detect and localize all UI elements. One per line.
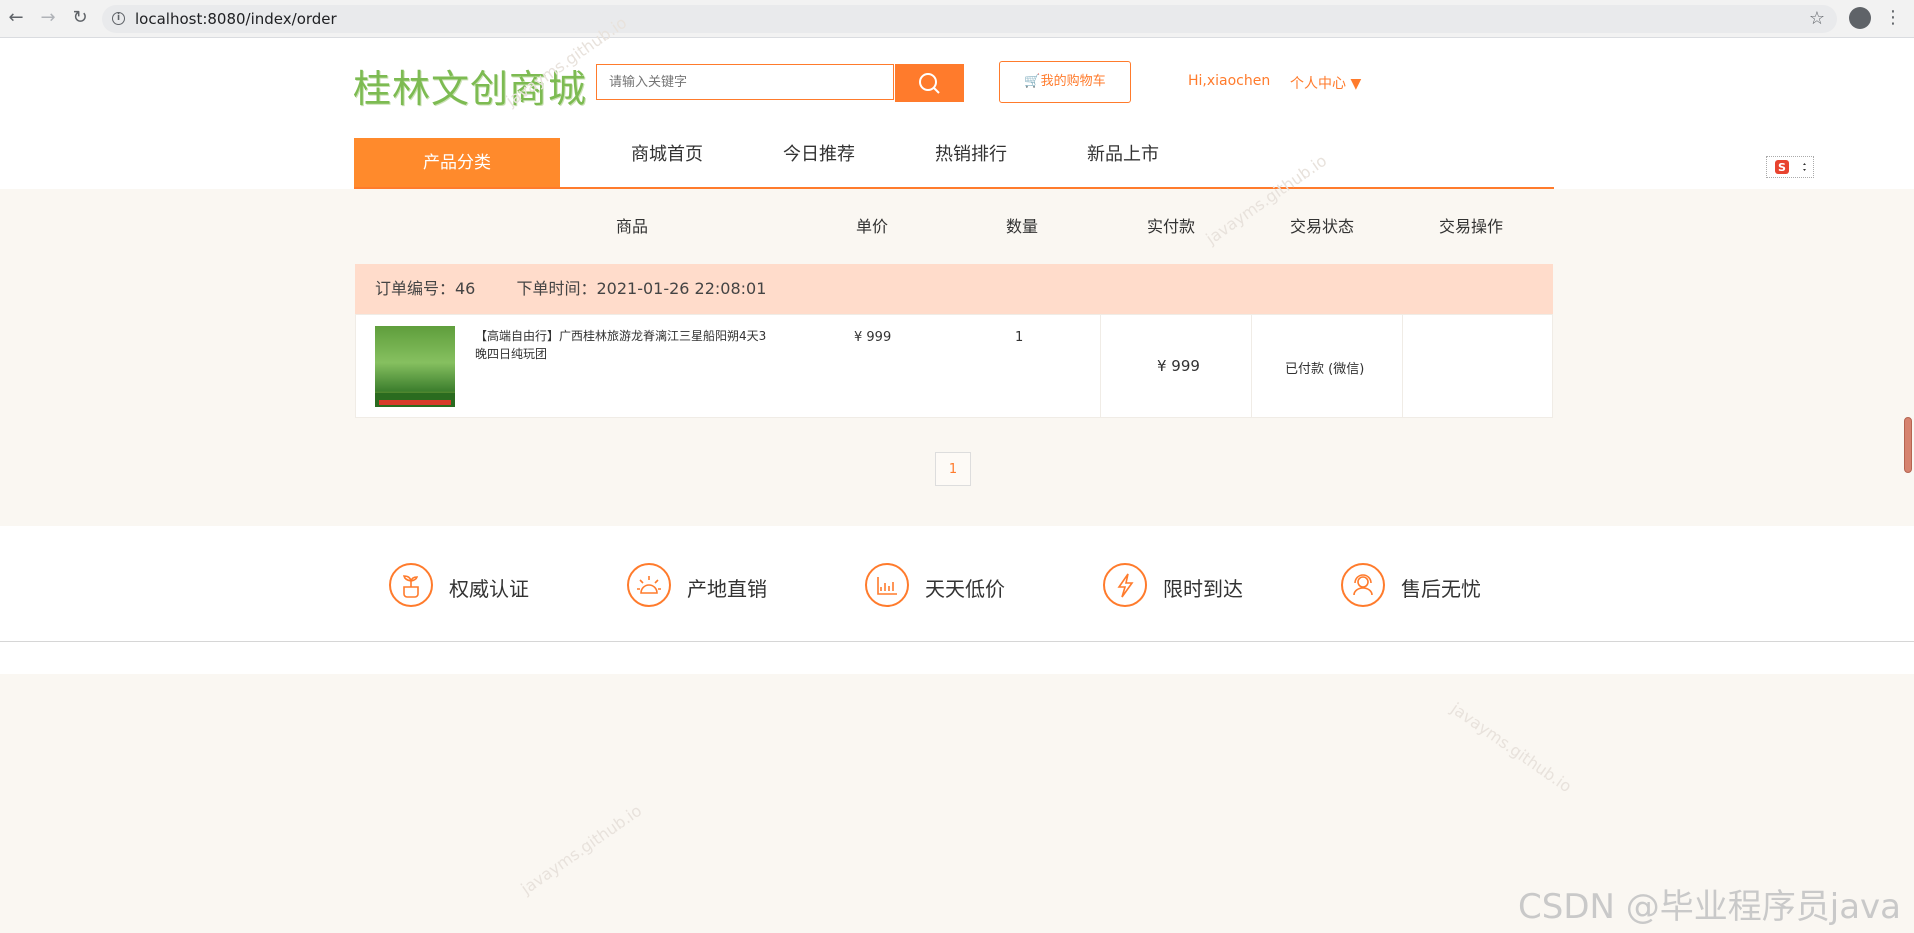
cell-divider	[1100, 314, 1101, 418]
svg-text:S: S	[1778, 161, 1786, 174]
cell-divider	[1251, 314, 1252, 418]
back-icon[interactable]: ←	[4, 6, 28, 30]
header-operation: 交易操作	[1439, 217, 1504, 236]
paid-amount: ¥ 999	[1157, 357, 1200, 375]
address-bar[interactable]: i localhost:8080/index/order ☆	[102, 5, 1837, 33]
feature-label: 权威认证	[449, 577, 529, 601]
header-product: 商品	[616, 217, 649, 236]
chart-icon	[865, 563, 909, 607]
nav-divider	[354, 187, 1554, 189]
sun-icon	[627, 563, 671, 607]
search-input-wrapper[interactable]	[596, 64, 901, 100]
order-time: 下单时间：2021-01-26 22:08:01	[516, 279, 767, 298]
search-input[interactable]	[597, 65, 901, 99]
nav-item-today[interactable]: 今日推荐	[783, 140, 855, 166]
profile-icon[interactable]	[1849, 7, 1871, 29]
support-icon	[1341, 563, 1385, 607]
lightning-icon	[1103, 563, 1147, 607]
feature-label: 售后无忧	[1401, 577, 1481, 601]
category-menu-button[interactable]: 产品分类	[354, 138, 560, 189]
forward-icon[interactable]: →	[36, 6, 60, 30]
nav-item-home[interactable]: 商城首页	[631, 140, 703, 166]
unit-price: ¥ 999	[854, 330, 892, 345]
info-icon[interactable]: i	[112, 12, 125, 25]
ime-toolbar[interactable]: S	[1766, 156, 1814, 178]
nav-item-hot[interactable]: 热销排行	[935, 140, 1007, 166]
watermark: javayms.github.io	[1447, 698, 1576, 797]
user-greeting-link[interactable]: Hi,xiaochen	[1188, 73, 1270, 89]
order-status: 已付款 (微信)	[1285, 362, 1365, 377]
image-banner-tag	[379, 400, 451, 405]
header-paid: 实付款	[1147, 217, 1196, 236]
nav-item-new[interactable]: 新品上市	[1087, 140, 1159, 166]
menu-icon[interactable]: ⋮	[1884, 5, 1902, 31]
order-header: 订单编号：46 下单时间：2021-01-26 22:08:01	[355, 264, 1553, 314]
product-image[interactable]	[375, 326, 455, 407]
header-status: 交易状态	[1290, 217, 1355, 236]
watermark: javayms.github.io	[517, 800, 646, 899]
reload-icon[interactable]: ↻	[68, 6, 92, 30]
quantity: 1	[1015, 330, 1024, 345]
footer-strip	[0, 642, 1914, 674]
plant-icon	[389, 563, 433, 607]
search-icon	[919, 73, 940, 94]
star-icon[interactable]: ☆	[1809, 5, 1825, 33]
browser-toolbar: ← → ↻ i localhost:8080/index/order ☆ ⋮	[0, 0, 1914, 38]
feature-label: 天天低价	[925, 577, 1005, 601]
url-text[interactable]: localhost:8080/index/order	[135, 5, 337, 33]
cart-button[interactable]: 🛒我的购物车	[999, 61, 1131, 103]
header-quantity: 数量	[1006, 217, 1039, 236]
site-header	[0, 38, 1914, 189]
page-button[interactable]: 1	[935, 452, 971, 486]
personal-center-dropdown[interactable]: 个人中心 ▼	[1290, 73, 1361, 93]
feature-label: 产地直销	[687, 577, 767, 601]
product-title-link[interactable]: 【高端自由行】广西桂林旅游龙脊漓江三星船阳朔4天3晚四日纯玩团	[475, 327, 775, 363]
csdn-credit: CSDN @毕业程序员java	[1518, 887, 1901, 927]
order-number: 订单编号：46	[375, 279, 476, 298]
ime-logo-icon: S	[1775, 160, 1806, 174]
cell-divider	[1402, 314, 1403, 418]
scrollbar-thumb[interactable]	[1904, 417, 1912, 473]
feature-label: 限时到达	[1163, 577, 1243, 601]
search-button[interactable]	[895, 64, 964, 102]
header-unit-price: 单价	[856, 217, 889, 236]
